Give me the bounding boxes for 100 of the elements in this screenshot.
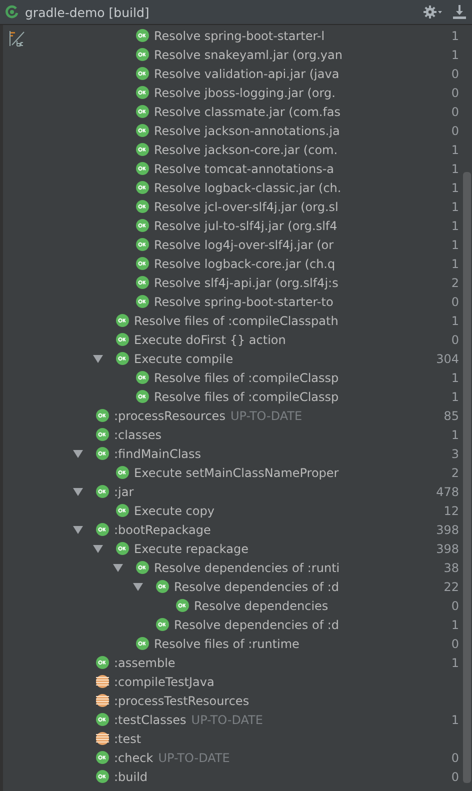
success-icon: [116, 314, 129, 327]
duration: 1: [451, 218, 459, 232]
duration: 12: [444, 504, 459, 518]
task-name[interactable]: :assemble: [114, 656, 176, 670]
duration: 0: [451, 104, 459, 118]
duration: 398: [436, 522, 459, 536]
success-icon: [136, 162, 149, 175]
task-name[interactable]: Execute setMainClassNameProper: [134, 466, 339, 480]
task-name[interactable]: :test: [114, 732, 142, 746]
task-name[interactable]: Resolve files of :runtime: [154, 636, 300, 650]
task-name[interactable]: Resolve jul-to-slf4j.jar (org.slf4: [154, 218, 338, 232]
task-name[interactable]: Resolve files of :compileClassp: [154, 390, 339, 404]
scrollbar-thumb[interactable]: [463, 172, 471, 783]
download-icon[interactable]: [453, 5, 466, 19]
task-name[interactable]: :bootRepackage: [114, 522, 211, 536]
duration: 0: [451, 66, 459, 80]
task-name[interactable]: Resolve validation-api.jar (java: [154, 66, 340, 80]
success-icon: [96, 523, 109, 536]
task-name[interactable]: Execute copy: [134, 504, 214, 518]
collapse-arrow-icon[interactable]: [73, 524, 83, 534]
success-icon: [96, 485, 109, 498]
task-name[interactable]: :jar: [114, 484, 134, 498]
task-name[interactable]: :testClasses: [114, 712, 186, 726]
task-name[interactable]: Resolve jackson-annotations.ja: [154, 124, 340, 138]
task-name[interactable]: Resolve files of :compileClassp: [154, 370, 339, 384]
task-name[interactable]: Resolve logback-classic.jar (ch.: [154, 180, 342, 194]
duration: 1: [451, 238, 459, 252]
duration: 304: [436, 352, 459, 366]
success-icon: [136, 200, 149, 213]
task-name[interactable]: :findMainClass: [114, 446, 202, 460]
duration: 1: [451, 48, 459, 62]
collapse-arrow-icon[interactable]: [113, 562, 123, 572]
duration: 0: [451, 294, 459, 308]
task-name[interactable]: Resolve dependencies of :runti: [154, 560, 340, 574]
success-icon: [156, 580, 169, 593]
task-name[interactable]: Resolve tomcat-annotations-a: [154, 162, 334, 176]
task-name[interactable]: Execute doFirst {} action: [134, 332, 286, 346]
skipped-icon: [96, 675, 109, 688]
sort-icon[interactable]: [9, 31, 25, 47]
duration: 1: [451, 618, 459, 632]
task-name[interactable]: Resolve dependencies of :d: [174, 580, 340, 594]
collapse-arrow-icon[interactable]: [93, 544, 103, 554]
duration: 0: [451, 86, 459, 100]
task-name[interactable]: Resolve classmate.jar (com.fas: [154, 104, 341, 118]
task-name[interactable]: :processResources: [114, 408, 226, 422]
success-icon: [136, 67, 149, 80]
success-icon: [96, 770, 109, 783]
task-name[interactable]: Execute compile: [134, 352, 234, 366]
success-icon: [96, 447, 109, 460]
duration: 1: [451, 162, 459, 176]
status-label: UP-TO-DATE: [158, 750, 230, 764]
task-name[interactable]: Resolve jboss-logging.jar (org.: [154, 86, 336, 100]
success-icon: [96, 656, 109, 669]
collapse-arrow-icon[interactable]: [73, 448, 83, 458]
task-name[interactable]: :build: [114, 770, 148, 784]
success-icon: [136, 637, 149, 650]
window-title: gradle-demo [build]: [25, 4, 150, 20]
duration: 85: [444, 408, 459, 422]
duration: 1: [451, 256, 459, 270]
success-icon: [136, 561, 149, 574]
settings-icon[interactable]: [423, 5, 443, 19]
success-icon: [116, 504, 129, 517]
duration: 0: [451, 770, 459, 784]
duration: 0: [451, 124, 459, 138]
success-icon: [136, 143, 149, 156]
success-icon: [136, 105, 149, 118]
collapse-arrow-icon[interactable]: [93, 354, 103, 364]
success-icon: [96, 713, 109, 726]
task-name[interactable]: :check: [114, 750, 154, 764]
task-name[interactable]: Resolve files of :compileClasspath: [134, 314, 338, 328]
success-icon: [116, 542, 129, 555]
success-icon: [136, 48, 149, 61]
refresh-icon: [5, 5, 19, 19]
success-icon: [136, 257, 149, 270]
task-name[interactable]: :classes: [114, 428, 162, 442]
collapse-arrow-icon[interactable]: [133, 582, 143, 592]
task-name[interactable]: Execute repackage: [134, 542, 249, 556]
task-name[interactable]: Resolve jackson-core.jar (com.: [154, 142, 338, 156]
task-name[interactable]: Resolve log4j-over-slf4j.jar (or: [154, 238, 334, 252]
success-icon: [136, 219, 149, 232]
task-name[interactable]: :compileTestJava: [114, 674, 214, 688]
duration: 2: [451, 466, 459, 480]
task-name[interactable]: Resolve dependencies: [194, 598, 328, 612]
task-name[interactable]: Resolve jcl-over-slf4j.jar (org.sl: [154, 200, 338, 214]
duration: 1: [451, 142, 459, 156]
duration: 1: [451, 28, 459, 42]
duration: 0: [451, 332, 459, 346]
task-name[interactable]: Resolve snakeyaml.jar (org.yan: [154, 48, 342, 62]
task-name[interactable]: :processTestResources: [114, 694, 250, 708]
task-name[interactable]: Resolve spring-boot-starter-to: [154, 294, 334, 308]
duration: 0: [451, 750, 459, 764]
task-name[interactable]: Resolve dependencies of :d: [174, 618, 340, 632]
task-name[interactable]: Resolve slf4j-api.jar (org.slf4j:s: [154, 276, 338, 290]
success-icon: [136, 295, 149, 308]
task-name[interactable]: Resolve logback-core.jar (ch.q: [154, 256, 336, 270]
collapse-arrow-icon[interactable]: [73, 486, 83, 496]
status-label: UP-TO-DATE: [230, 408, 302, 422]
success-icon: [136, 29, 149, 42]
success-icon: [136, 181, 149, 194]
task-name[interactable]: Resolve spring-boot-starter-l: [154, 28, 325, 42]
